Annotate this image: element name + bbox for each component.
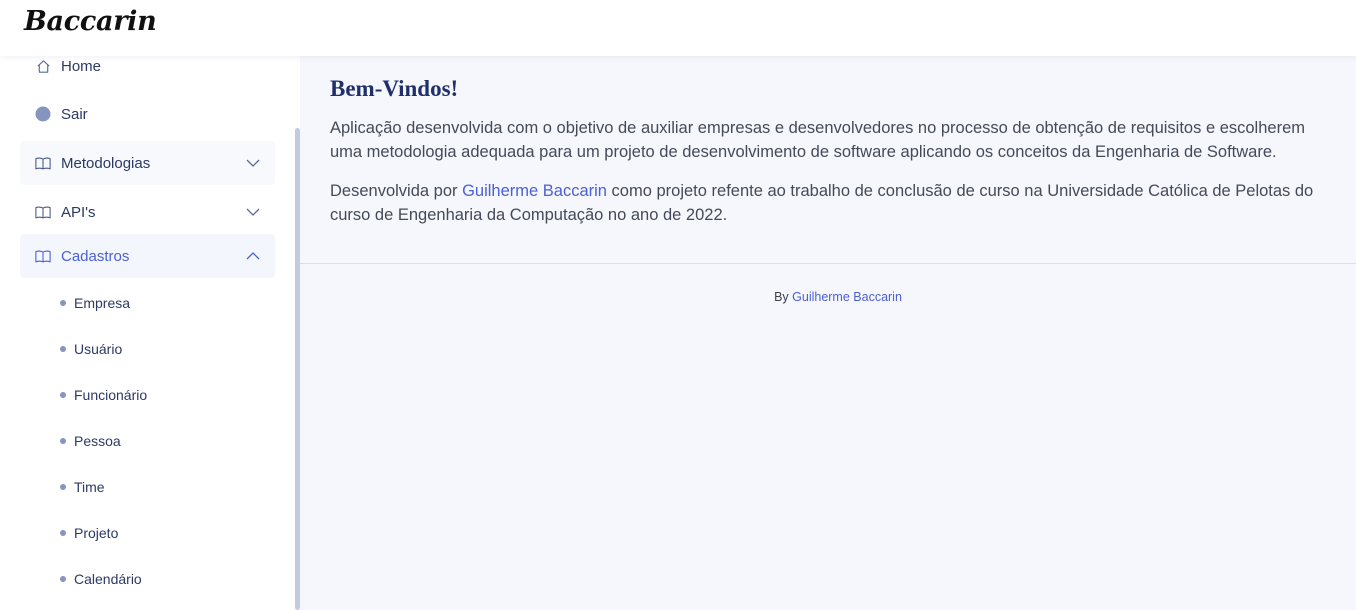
footer-author-link[interactable]: Guilherme Baccarin [792,290,902,304]
footer: By Guilherme Baccarin [300,290,1356,304]
submenu-item-funcionario[interactable]: Funcionário [60,383,147,407]
sidebar-item-label: API's [61,203,96,221]
author-prefix: Desenvolvida por [330,182,463,200]
bullet-icon [60,346,66,352]
bullet-icon [60,576,66,582]
sidebar: Home Sair Metodologias API's Cadastros E… [0,56,300,610]
top-header: Baccarin [0,0,1356,56]
submenu-item-label: Pessoa [74,433,121,449]
circle-icon [35,106,51,122]
submenu-item-time[interactable]: Time [60,475,105,499]
content-divider [300,263,1356,264]
sidebar-item-label: Metodologias [61,154,151,172]
home-icon [35,58,51,74]
submenu-item-label: Funcionário [74,387,148,403]
submenu-item-projeto[interactable]: Projeto [60,521,118,545]
book-icon [35,155,51,171]
intro-paragraph: Aplicação desenvolvida com o objetivo de… [330,119,1305,161]
main-content: Bem-Vindos! Aplicação desenvolvida com o… [300,56,1356,610]
book-icon [35,248,51,264]
chevron-down-icon[interactable] [245,204,261,220]
sidebar-item-home[interactable]: Home [20,56,275,88]
bullet-icon [60,392,66,398]
bullet-icon [60,484,66,490]
sidebar-item-cadastros[interactable]: Cadastros [20,234,275,278]
sidebar-item-apis[interactable]: API's [20,190,275,234]
submenu-item-calendario[interactable]: Calendário [60,567,142,591]
chevron-up-icon[interactable] [245,248,261,264]
page-title: Bem-Vindos! [330,76,459,101]
submenu-item-usuario[interactable]: Usuário [60,337,122,361]
submenu-item-label: Usuário [74,341,123,357]
submenu-item-label: Projeto [74,525,119,541]
book-icon [35,204,51,220]
app-logo[interactable]: Baccarin [24,6,157,37]
bullet-icon [60,438,66,444]
chevron-down-icon[interactable] [245,155,261,171]
sidebar-item-sair[interactable]: Sair [20,92,275,136]
submenu-item-label: Time [74,479,105,495]
sidebar-item-metodologias[interactable]: Metodologias [20,141,275,185]
submenu-item-empresa[interactable]: Empresa [60,291,130,315]
author-paragraph: Desenvolvida por Guilherme Baccarin como… [330,179,1340,227]
sidebar-item-label: Cadastros [61,247,130,265]
author-link[interactable]: Guilherme Baccarin [462,182,607,200]
submenu-item-pessoa[interactable]: Pessoa [60,429,121,453]
submenu-item-label: Empresa [74,295,131,311]
sidebar-item-label: Sair [61,105,88,123]
bullet-icon [60,530,66,536]
submenu-item-label: Calendário [74,571,142,587]
footer-prefix: By [774,290,793,304]
bullet-icon [60,300,66,306]
sidebar-item-label: Home [61,57,102,75]
